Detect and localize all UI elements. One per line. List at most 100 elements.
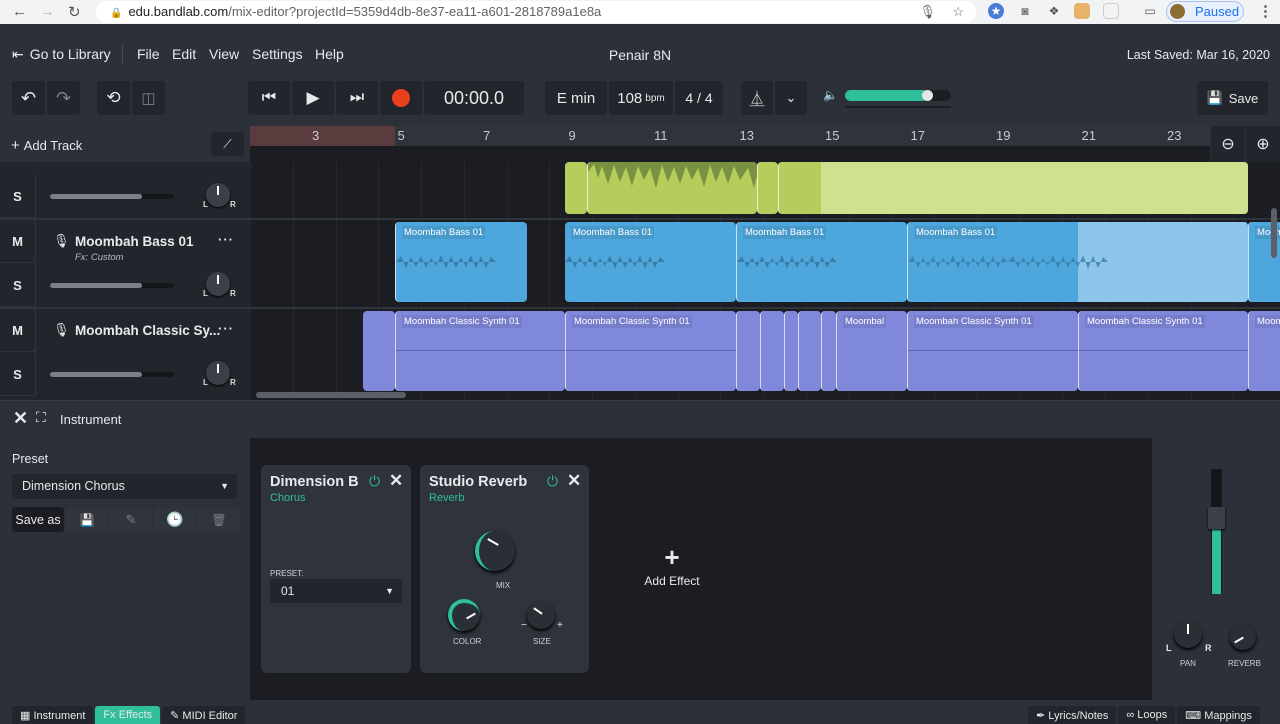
track-volume-slider[interactable] [50,194,174,199]
audio-clip[interactable]: Moombah Classic Synth 01 [907,311,1078,391]
undo-button[interactable]: ↶ [12,81,45,115]
record-button[interactable] [380,81,422,115]
tab-midi-editor[interactable]: ✎ MIDI Editor [162,706,246,724]
ruler-track[interactable] [250,146,1210,162]
audio-clip[interactable] [778,162,1248,214]
close-icon[interactable]: ✕ [13,408,28,429]
add-track-button[interactable]: + Add Track [11,137,82,154]
channel-fader[interactable] [1208,469,1225,594]
expand-icon[interactable]: ⛶ [36,409,46,426]
mic-icon[interactable]: 🎙 [919,1,936,23]
film-extension-icon[interactable]: ❖ [1046,3,1062,19]
audio-clip[interactable]: Moombah Bass 01 [395,222,527,302]
save-as-button[interactable]: Save as [12,507,64,532]
track-name[interactable]: Moombah Classic Sy... [75,323,220,338]
pan-knob[interactable] [206,272,230,296]
time-signature-field[interactable]: 4 / 4 [675,81,723,115]
audio-clip[interactable] [784,311,798,391]
tab-mappings[interactable]: ⌨ Mappings [1177,706,1260,724]
track-options-icon[interactable]: ··· [218,321,234,336]
mute-button[interactable]: M [0,220,36,263]
star-icon[interactable]: ☆ [952,1,964,23]
disabled-extension-icon[interactable] [1103,3,1119,19]
effect-preset-dropdown[interactable]: 01 ▼ [270,579,402,603]
mute-button[interactable]: M [0,309,36,352]
tab-fx-effects[interactable]: Fx Effects [95,706,161,724]
play-button[interactable]: ▶ [292,81,334,115]
forward-icon[interactable]: → [40,3,55,20]
redo-button[interactable]: ↷ [47,81,80,115]
kebab-menu-icon[interactable]: ⋮ [1258,2,1273,20]
automation-button[interactable]: ⟋ [211,132,244,156]
master-volume-thumb[interactable] [921,90,933,101]
preset-dropdown[interactable]: Dimension Chorus ▼ [12,474,237,499]
horizontal-scrollbar[interactable] [256,392,406,398]
color-knob[interactable] [448,599,480,631]
audio-clip[interactable] [565,162,587,214]
cast-icon[interactable]: ▭ [1142,3,1158,19]
audio-clip[interactable] [587,162,757,214]
power-icon[interactable]: ⏻ [369,473,380,490]
zoom-out-button[interactable]: ⊖ [1211,126,1245,162]
audio-clip[interactable]: Moombah Classic Synth 01 [1078,311,1248,391]
audio-clip[interactable] [821,311,836,391]
audio-clip[interactable]: Moom [1248,311,1280,391]
split-button[interactable]: ◫ [132,81,165,115]
tempo-field[interactable]: 108 bpm [609,81,673,115]
vertical-scrollbar[interactable] [1271,208,1277,258]
audio-clip[interactable] [757,162,778,214]
mix-knob[interactable] [475,531,515,571]
audio-clip[interactable] [798,311,821,391]
solo-button[interactable]: S [0,353,36,396]
delete-preset-button[interactable]: 🗑 [198,507,240,532]
audio-clip[interactable] [363,311,395,391]
audio-clip[interactable] [760,311,784,391]
rename-preset-button[interactable]: ✎ [110,507,152,532]
size-knob[interactable] [527,601,555,629]
tab-loops[interactable]: ∞ Loops [1118,706,1176,724]
power-icon[interactable]: ⏻ [547,473,558,490]
key-selector[interactable]: E min [545,81,607,115]
save-preset-button[interactable]: 💾 [66,507,108,532]
reverb-knob[interactable] [1230,624,1256,650]
save-button[interactable]: 💾 Save [1197,81,1268,115]
master-volume-slider[interactable] [845,90,951,101]
audio-clip[interactable]: Moombah Bass 01 [565,222,736,302]
timeline-ruler[interactable]: 3 5 7 9 11 13 15 17 19 21 23 [250,126,1210,146]
track-lanes[interactable]: Moombah Bass 01 Moombah Bass 01 Moombah … [250,162,1280,400]
history-button[interactable]: 🕒 [154,507,196,532]
fader-handle[interactable] [1208,507,1225,530]
audio-clip[interactable]: Moombah Bass 01 [736,222,907,302]
pan-knob[interactable] [206,361,230,385]
pan-knob[interactable] [206,183,230,207]
audio-clip[interactable]: Moombah Classic Synth 01 [565,311,736,391]
tab-lyrics-notes[interactable]: ✒ Lyrics/Notes [1028,706,1117,724]
track-volume-slider[interactable] [50,283,174,288]
metronome-options-button[interactable]: ⌄ [775,81,807,115]
track-name[interactable]: Moombah Bass 01 [75,234,194,249]
tab-instrument[interactable]: ▦ Instrument [12,706,94,724]
loop-region[interactable] [250,126,395,146]
add-effect-button[interactable]: + Add Effect [636,544,708,588]
skip-forward-button[interactable]: ⏭ [336,81,378,115]
profile-button[interactable]: Paused [1166,1,1244,22]
track-options-icon[interactable]: ··· [218,232,234,247]
solo-button[interactable]: S [0,175,36,218]
close-icon[interactable]: ✕ [389,471,403,491]
zoom-in-button[interactable]: ⊕ [1246,126,1280,162]
audio-clip[interactable]: Moombah Bass 01 [907,222,1248,302]
loop-button[interactable]: ⟲ [97,81,130,115]
metronome-button[interactable]: ⏅ [741,81,773,115]
camera-extension-icon[interactable]: ◙ [1017,3,1033,19]
reload-icon[interactable]: ↻ [68,3,81,21]
skip-back-button[interactable]: ⏮ [248,81,290,115]
back-icon[interactable]: ← [12,3,27,20]
pan-knob[interactable] [1174,620,1202,648]
track-volume-slider[interactable] [50,372,174,377]
address-bar[interactable]: 🔒 edu.bandlab.com/mix-editor?projectId=53… [96,1,976,23]
extension-icon[interactable]: ★ [988,3,1004,19]
audio-clip[interactable]: Moombal [836,311,907,391]
solo-button[interactable]: S [0,264,36,307]
character-extension-icon[interactable] [1074,3,1090,19]
audio-clip[interactable] [736,311,760,391]
